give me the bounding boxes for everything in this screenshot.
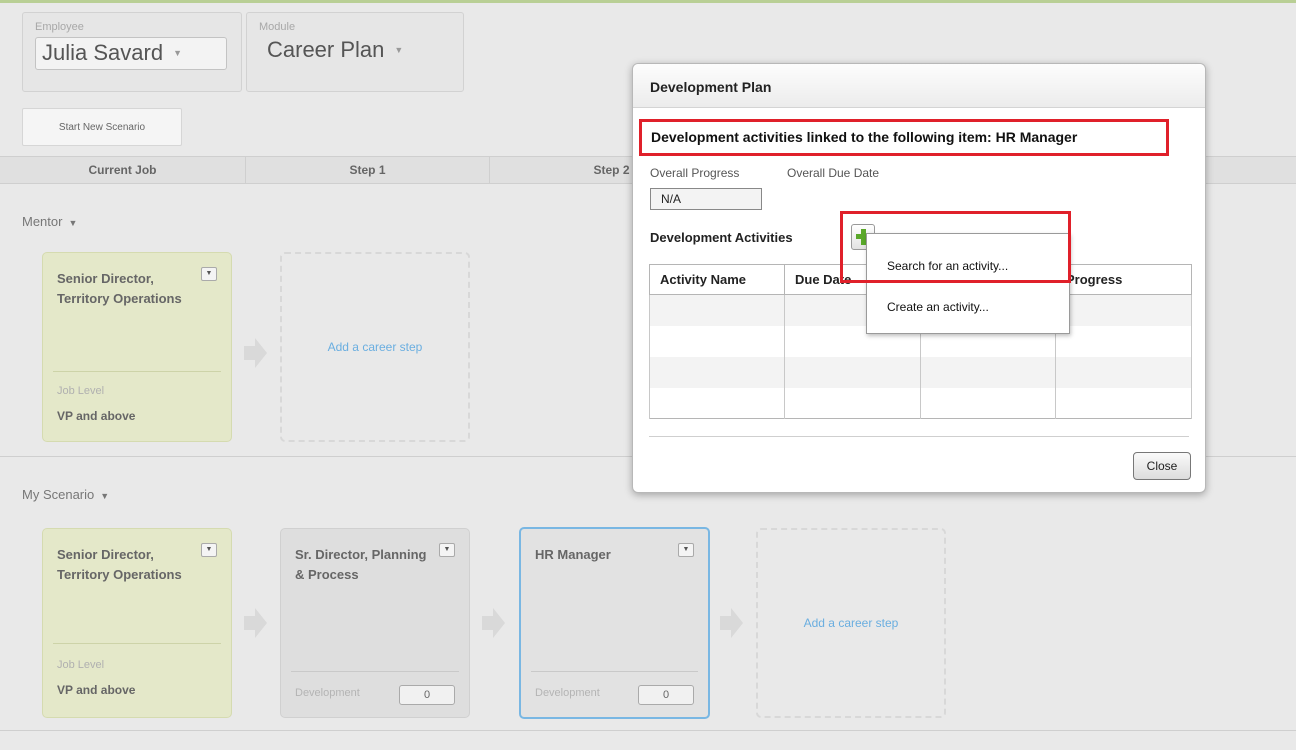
card-menu-button[interactable]: ▼ — [439, 543, 455, 557]
dialog-title: Development Plan — [633, 64, 1205, 108]
menu-item-search-activity[interactable]: Search for an activity... — [887, 259, 1008, 273]
top-accent-line — [0, 0, 1296, 3]
mentor-add-career-step[interactable]: Add a career step — [280, 252, 470, 442]
development-count-button[interactable]: 0 — [399, 685, 455, 705]
tab-step-1: Step 1 — [246, 157, 490, 183]
development-count-button[interactable]: 0 — [638, 685, 694, 705]
development-activities-label: Development Activities — [650, 230, 793, 245]
job-level-value: VP and above — [57, 683, 136, 697]
job-level-label: Job Level — [57, 659, 105, 671]
chevron-down-icon: ▼ — [173, 48, 182, 58]
card-title: Senior Director, Territory Operations — [57, 547, 182, 582]
menu-item-create-activity[interactable]: Create an activity... — [887, 300, 989, 314]
mentor-current-job-card[interactable]: Senior Director, Territory Operations ▼ … — [42, 252, 232, 442]
start-new-scenario-button[interactable]: Start New Scenario — [22, 108, 182, 146]
card-divider — [291, 671, 459, 672]
module-dropdown[interactable]: Career Plan ▼ — [259, 37, 463, 63]
dialog-divider — [649, 436, 1189, 437]
module-label: Module — [259, 21, 296, 33]
close-button[interactable]: Close — [1133, 452, 1191, 480]
arrow-right-icon — [482, 608, 505, 638]
card-title: Sr. Director, Planning & Process — [295, 547, 427, 582]
card-divider — [53, 371, 221, 372]
linked-item-title: Development activities linked to the fol… — [639, 119, 1169, 156]
module-value: Career Plan — [267, 37, 385, 62]
table-row — [649, 356, 1192, 388]
employee-selector: Employee Julia Savard ▼ — [22, 12, 242, 92]
overall-progress-label: Overall Progress — [650, 166, 740, 180]
card-title: Senior Director, Territory Operations — [57, 271, 182, 306]
mentor-section-toggle[interactable]: Mentor ▼ — [22, 214, 77, 229]
tab-current-job: Current Job — [0, 157, 246, 183]
my-scenario-section-toggle[interactable]: My Scenario ▼ — [22, 487, 109, 502]
scenario-step-card-selected[interactable]: HR Manager ▼ Development 0 — [519, 527, 710, 719]
card-divider — [531, 671, 698, 672]
column-progress[interactable]: Progress — [1055, 264, 1192, 295]
chevron-down-icon: ▼ — [394, 45, 404, 55]
card-title: HR Manager — [535, 547, 611, 562]
my-scenario-label: My Scenario — [22, 487, 95, 502]
overall-progress-value: N/A — [650, 188, 762, 210]
arrow-right-icon — [244, 338, 267, 368]
card-menu-button[interactable]: ▼ — [201, 267, 217, 281]
overall-due-date-label: Overall Due Date — [787, 166, 880, 180]
chevron-down-icon: ▼ — [100, 491, 110, 501]
scenario-step-card[interactable]: Sr. Director, Planning & Process ▼ Devel… — [280, 528, 470, 718]
development-label: Development — [295, 687, 360, 699]
development-label: Development — [535, 687, 600, 699]
section-divider — [0, 730, 1296, 731]
menu-divider — [867, 282, 1069, 283]
card-divider — [53, 643, 221, 644]
employee-label: Employee — [35, 21, 84, 33]
column-activity-name[interactable]: Activity Name — [649, 264, 785, 295]
add-activity-menu: Search for an activity... Create an acti… — [866, 233, 1070, 334]
arrow-right-icon — [244, 608, 267, 638]
chevron-down-icon: ▼ — [68, 218, 78, 228]
scenario-current-job-card[interactable]: Senior Director, Territory Operations ▼ … — [42, 528, 232, 718]
card-menu-button[interactable]: ▼ — [201, 543, 217, 557]
employee-value: Julia Savard — [42, 40, 164, 65]
mentor-label: Mentor — [22, 214, 63, 229]
job-level-label: Job Level — [57, 385, 105, 397]
module-selector: Module Career Plan ▼ — [246, 12, 464, 92]
scenario-add-career-step[interactable]: Add a career step — [756, 528, 946, 718]
job-level-value: VP and above — [57, 409, 136, 423]
employee-dropdown[interactable]: Julia Savard ▼ — [35, 37, 227, 70]
table-row — [649, 387, 1192, 419]
arrow-right-icon — [720, 608, 743, 638]
card-menu-button[interactable]: ▼ — [678, 543, 694, 557]
